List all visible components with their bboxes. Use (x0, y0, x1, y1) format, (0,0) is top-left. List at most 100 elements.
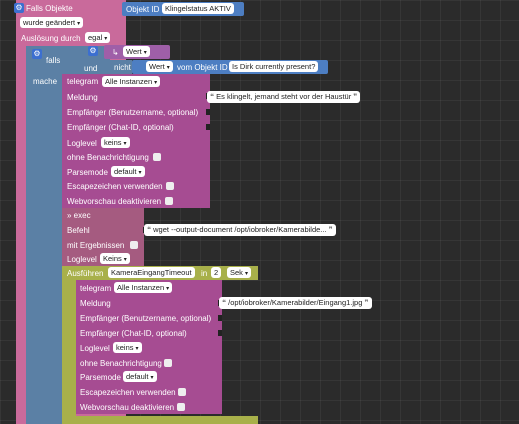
trigger-label: Auslösung durch (21, 34, 81, 43)
timeout-block[interactable] (62, 266, 76, 424)
telegram2-webvorschau-label: Webvorschau deaktivieren (80, 403, 175, 412)
telegram2-ohne-checkbox[interactable] (164, 359, 172, 367)
telegram1-ohne-label: ohne Benachrichtigung (67, 153, 149, 162)
timeout-footer[interactable] (62, 416, 258, 424)
telegram2-title: telegram (80, 284, 112, 293)
telegram1-instance-dropdown[interactable]: Alle Instanzen ▾ (102, 76, 161, 87)
wert2-dropdown[interactable]: Wert ▾ (146, 61, 173, 72)
telegram2-chatid-label: Empfänger (Chat-ID, optional) (80, 329, 187, 338)
und-label: und (84, 64, 98, 73)
exec-loglevel-label: Loglevel (67, 255, 97, 264)
telegram2-ohne-label: ohne Benachrichtigung (80, 359, 162, 368)
telegram2-empfaenger-label: Empfänger (Benutzername, optional) (80, 314, 212, 323)
telegram2-message-text[interactable]: ❝ /opt/iobroker/Kamerabilder/Eingang1.jp… (219, 297, 372, 309)
telegram2-escape-checkbox[interactable] (178, 388, 186, 396)
timeout-unit-dropdown[interactable]: Sek ▾ (227, 267, 251, 278)
timeout-value-field[interactable]: 2 (211, 267, 222, 278)
timeout-in-label: in (201, 269, 208, 278)
telegram1-title: telegram (67, 77, 99, 86)
gear-icon[interactable]: ⚙ (14, 3, 24, 13)
input-socket (218, 315, 222, 321)
wert-dropdown[interactable]: Wert ▾ (123, 46, 150, 57)
change-value: wurde geändert (23, 18, 76, 27)
telegram1-ohne-checkbox[interactable] (153, 153, 161, 161)
chevron-down-icon: ▾ (138, 170, 142, 176)
timeout-unit-value: Sek (230, 268, 243, 277)
change-dropdown[interactable]: wurde geändert ▾ (20, 17, 84, 28)
telegram2-message-value: /opt/iobroker/Kamerabilder/Eingang1.jpg (228, 298, 363, 307)
input-socket (218, 330, 222, 336)
telegram2-loglevel-dropdown[interactable]: keins ▾ (113, 342, 142, 353)
telegram2-webvorschau-checkbox[interactable] (177, 403, 185, 411)
chevron-down-icon: ▾ (150, 375, 154, 381)
telegram1-meldung-label: Meldung (67, 93, 98, 102)
gear-icon[interactable]: ⚙ (32, 49, 42, 59)
telegram1-chatid-label: Empfänger (Chat-ID, optional) (67, 123, 174, 132)
telegram1-webvorschau-label: Webvorschau deaktivieren (67, 197, 162, 206)
mache-label: mache (33, 77, 58, 86)
telegram2-instance-dropdown[interactable]: Alle Instanzen ▾ (114, 282, 173, 293)
telegram2-parsemode-dropdown[interactable]: default ▾ (123, 371, 157, 382)
wert-value: Wert (126, 47, 142, 56)
telegram2-loglevel-label: Loglevel (80, 344, 110, 353)
object-id-selector[interactable]: Klingelstatus AKTIV (162, 3, 234, 14)
exec-loglevel-value: Keins (103, 254, 122, 263)
exec-command-text[interactable]: ❝ wget --output-document /opt/iobroker/K… (144, 224, 336, 236)
chevron-down-icon: ▾ (104, 36, 108, 42)
if-block[interactable] (26, 46, 62, 424)
falls-label: falls (46, 56, 61, 65)
vom-objekt-label: vom Objekt ID (177, 63, 228, 72)
trigger-value: egal (88, 33, 103, 42)
chevron-down-icon: ▾ (77, 21, 81, 27)
telegram1-parsemode-dropdown[interactable]: default ▾ (111, 166, 145, 177)
link-icon: ↳ (112, 48, 119, 57)
quote-close-icon: ❞ (328, 225, 333, 234)
object-id-label: Objekt ID (126, 5, 160, 14)
telegram1-empfaenger-label: Empfänger (Benutzername, optional) (67, 108, 199, 117)
telegram1-parsemode-value: default (114, 167, 137, 176)
object2-selector[interactable]: Is Dirk currently present? (229, 61, 319, 72)
telegram2-instance-value: Alle Instanzen (117, 283, 165, 292)
telegram1-loglevel-label: Loglevel (67, 139, 97, 148)
exec-befehl-label: Befehl (67, 226, 90, 235)
quote-open-icon: ❝ (210, 92, 215, 101)
quote-open-icon: ❝ (147, 225, 152, 234)
trigger-dropdown[interactable]: egal ▾ (85, 32, 111, 43)
telegram1-escape-checkbox[interactable] (166, 182, 174, 190)
input-socket (206, 124, 210, 130)
quote-open-icon: ❝ (222, 298, 227, 307)
nicht-label: nicht (114, 63, 131, 72)
chevron-down-icon: ▾ (166, 65, 170, 71)
exec-ergebnisse-label: mit Ergebnissen (67, 241, 125, 250)
telegram2-parsemode-value: default (126, 372, 149, 381)
timeout-name-field[interactable]: KameraEingangTimeout (108, 267, 195, 278)
telegram2-escape-label: Escapezeichen verwenden (80, 388, 176, 397)
telegram1-escape-label: Escapezeichen verwenden (67, 182, 163, 191)
chevron-down-icon: ▾ (166, 286, 170, 292)
gear-icon[interactable]: ⚙ (88, 46, 98, 56)
telegram2-parsemode-label: Parsemode (80, 373, 121, 382)
chevron-down-icon: ▾ (143, 50, 147, 56)
exec-loglevel-dropdown[interactable]: Keins ▾ (100, 253, 130, 264)
telegram1-instance-value: Alle Instanzen (105, 77, 153, 86)
quote-close-icon: ❞ (364, 298, 369, 307)
exec-title: » exec (67, 211, 91, 220)
telegram1-webvorschau-checkbox[interactable] (165, 197, 173, 205)
chevron-down-icon: ▾ (123, 141, 127, 147)
chevron-down-icon: ▾ (123, 257, 127, 263)
telegram2-loglevel-value: keins (116, 343, 134, 352)
chevron-down-icon: ▾ (154, 80, 158, 86)
trigger-title: Falls Objekte (26, 4, 73, 13)
exec-ergebnisse-checkbox[interactable] (130, 241, 138, 249)
quote-close-icon: ❞ (353, 92, 358, 101)
telegram1-message-text[interactable]: ❝ Es klingelt, jemand steht vor der Haus… (207, 91, 361, 103)
timeout-label: Ausführen (67, 269, 104, 278)
input-socket (206, 109, 210, 115)
telegram2-meldung-label: Meldung (80, 299, 111, 308)
wert2-value: Wert (149, 62, 165, 71)
telegram1-message-value: Es klingelt, jemand steht vor der Haustü… (216, 92, 352, 101)
exec-command-value: wget --output-document /opt/iobroker/Kam… (153, 225, 327, 234)
telegram1-loglevel-value: keins (104, 138, 122, 147)
telegram1-loglevel-dropdown[interactable]: keins ▾ (101, 137, 130, 148)
chevron-down-icon: ▾ (135, 346, 139, 352)
